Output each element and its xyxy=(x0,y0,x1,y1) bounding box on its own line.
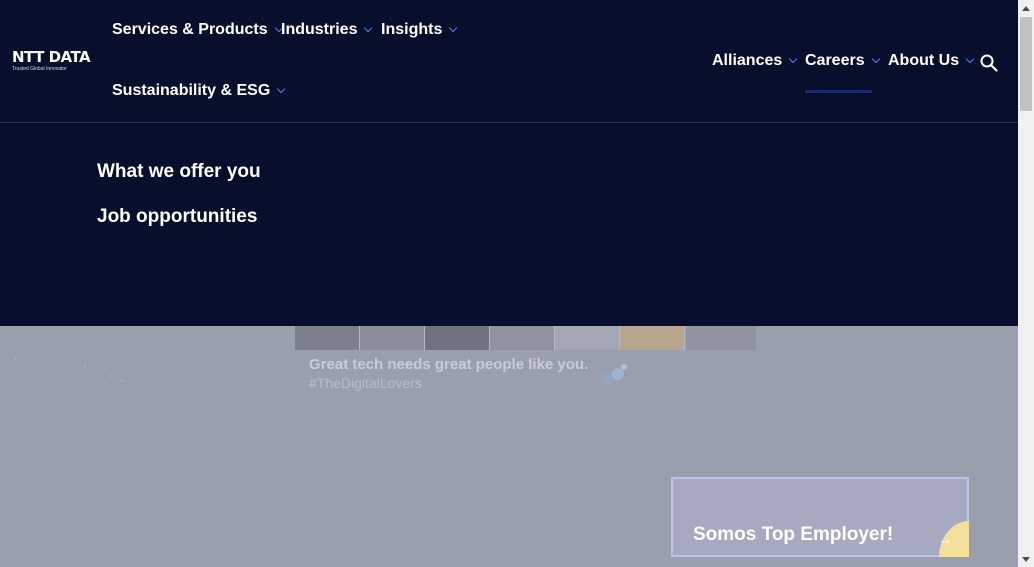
nav-careers[interactable]: Careers xyxy=(805,52,880,70)
active-nav-indicator xyxy=(805,90,872,93)
chevron-down-icon xyxy=(364,23,373,33)
nav-sustainability-esg[interactable]: Sustainability & ESG xyxy=(112,82,286,100)
dropdown-item-job-opportunities[interactable]: Job opportunities xyxy=(97,206,257,228)
nav-label: Insights xyxy=(381,21,443,38)
hero-hashtag: #TheDigitalLovers xyxy=(309,375,422,391)
scrollbar-thumb[interactable] xyxy=(1020,17,1032,111)
team-photo-fade xyxy=(686,326,756,350)
card-label: Somos Top Employer! xyxy=(693,524,894,545)
nav-label: Services & Products xyxy=(112,21,268,38)
hero-banner: Great tech needs great people like you. … xyxy=(0,326,1018,567)
arrow-right-icon: → xyxy=(938,531,952,547)
nav-label: Alliances xyxy=(712,52,783,69)
decorative-dots xyxy=(14,357,123,382)
dropdown-item-what-we-offer[interactable]: What we offer you xyxy=(97,161,261,183)
nav-services-products[interactable]: Services & Products xyxy=(112,21,283,39)
chevron-down-icon xyxy=(789,54,798,64)
nav-industries[interactable]: Industries xyxy=(281,21,373,39)
site-header: NTT DATA Trusted Global Innovator Servic… xyxy=(0,0,1018,123)
nav-label: Careers xyxy=(805,52,865,69)
nav-label: About Us xyxy=(888,52,960,69)
top-employer-card[interactable]: Somos Top Employer! → xyxy=(671,477,969,557)
chevron-down-icon xyxy=(277,84,286,94)
nav-about-us[interactable]: About Us xyxy=(888,52,975,70)
hero-title: Great tech needs great people like you. xyxy=(309,356,589,373)
chevron-down-icon xyxy=(449,23,458,33)
nav-label: Sustainability & ESG xyxy=(112,82,271,99)
scroll-up-button[interactable] xyxy=(1018,0,1034,16)
chevron-down-icon xyxy=(965,54,975,64)
heart-bubbles-icon xyxy=(602,364,627,385)
search-icon[interactable] xyxy=(980,54,998,72)
chevron-down-icon xyxy=(871,54,880,64)
team-photo-strip xyxy=(295,326,685,350)
ntt-data-logo[interactable]: NTT DATA Trusted Global Innovator xyxy=(12,48,91,73)
triangle-down-icon xyxy=(1022,556,1030,562)
scroll-down-button[interactable] xyxy=(1018,551,1034,567)
careers-dropdown-menu: What we offer you Job opportunities xyxy=(0,123,1018,326)
logo-tagline: Trusted Global Innovator xyxy=(12,66,67,72)
nav-insights[interactable]: Insights xyxy=(381,21,458,39)
nav-alliances[interactable]: Alliances xyxy=(712,52,798,70)
vertical-scrollbar[interactable] xyxy=(1018,0,1034,567)
logo-wordmark: NTT DATA xyxy=(12,48,91,66)
nav-label: Industries xyxy=(281,21,358,38)
triangle-up-icon xyxy=(1022,5,1030,11)
